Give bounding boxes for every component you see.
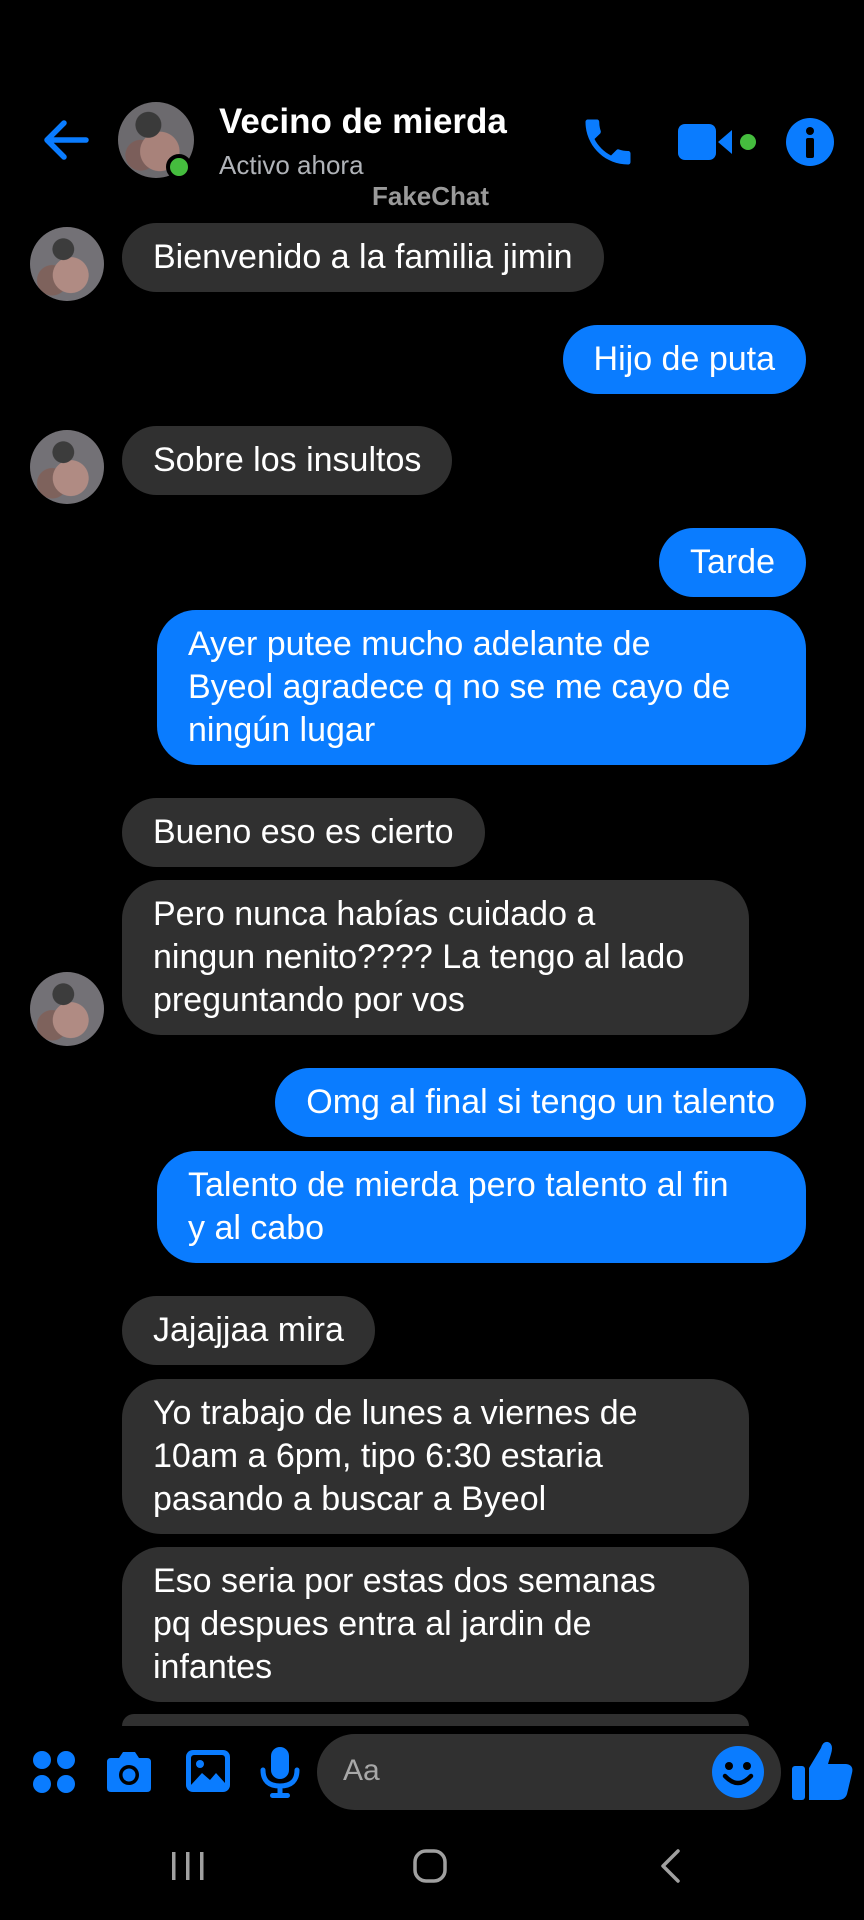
incoming-message[interactable]: Bienvenido a la familia jimin	[122, 223, 604, 292]
recent-apps-icon	[172, 1852, 204, 1880]
like-button[interactable]	[790, 1738, 856, 1804]
contact-avatar-small[interactable]	[30, 972, 104, 1046]
apps-button[interactable]	[28, 1746, 80, 1798]
emoji-button[interactable]	[710, 1744, 766, 1800]
watermark-text: FakeChat	[372, 181, 490, 211]
next-message-edge	[122, 1714, 749, 1726]
back-button[interactable]	[38, 112, 94, 168]
incoming-message[interactable]: Sobre los insultos	[122, 426, 453, 495]
contact-name[interactable]: Vecino de mierda	[219, 102, 507, 142]
contact-status: Activo ahora	[219, 150, 364, 180]
thumbs-up-icon	[792, 1741, 853, 1800]
microphone-icon	[260, 1747, 300, 1798]
apps-icon	[33, 1751, 75, 1793]
incoming-message[interactable]: Pero nunca habías cuidado a ningun nenit…	[122, 880, 749, 1035]
home-icon	[413, 1849, 447, 1883]
incoming-message[interactable]: Yo trabajo de lunes a viernes de 10am a …	[122, 1379, 749, 1534]
outgoing-message[interactable]: Omg al final si tengo un talento	[275, 1068, 806, 1137]
outgoing-message[interactable]: Hijo de puta	[562, 325, 806, 394]
contact-avatar-small[interactable]	[30, 430, 104, 504]
chevron-left-icon	[661, 1849, 680, 1883]
camera-button[interactable]	[103, 1746, 155, 1798]
emoji-icon	[712, 1746, 764, 1798]
info-button[interactable]	[780, 112, 840, 172]
gallery-button[interactable]	[182, 1745, 234, 1797]
online-status-dot	[166, 154, 192, 180]
outgoing-message[interactable]: Talento de mierda pero talento al fin y …	[157, 1151, 806, 1263]
back-arrow-icon	[44, 120, 89, 160]
home-button[interactable]	[412, 1848, 448, 1884]
incoming-message[interactable]: Jajajjaa mira	[122, 1296, 375, 1365]
message-input-placeholder: Aa	[343, 1754, 380, 1787]
incoming-message[interactable]: Bueno eso es cierto	[122, 798, 485, 867]
incoming-message[interactable]: Eso seria por estas dos semanas pq despu…	[122, 1547, 749, 1702]
camera-icon	[107, 1752, 151, 1792]
outgoing-message[interactable]: Ayer putee mucho adelante de Byeol agrad…	[157, 610, 806, 765]
microphone-button[interactable]	[254, 1744, 306, 1798]
info-icon	[786, 118, 834, 166]
voice-call-button[interactable]	[578, 112, 638, 172]
video-call-button[interactable]	[676, 112, 762, 172]
outgoing-message[interactable]: Tarde	[658, 528, 806, 597]
video-camera-icon	[678, 124, 756, 160]
phone-icon	[585, 119, 631, 165]
system-back-button[interactable]	[656, 1848, 686, 1884]
gallery-icon	[186, 1750, 230, 1792]
recent-apps-button[interactable]	[168, 1848, 208, 1884]
contact-avatar-small[interactable]	[30, 227, 104, 301]
